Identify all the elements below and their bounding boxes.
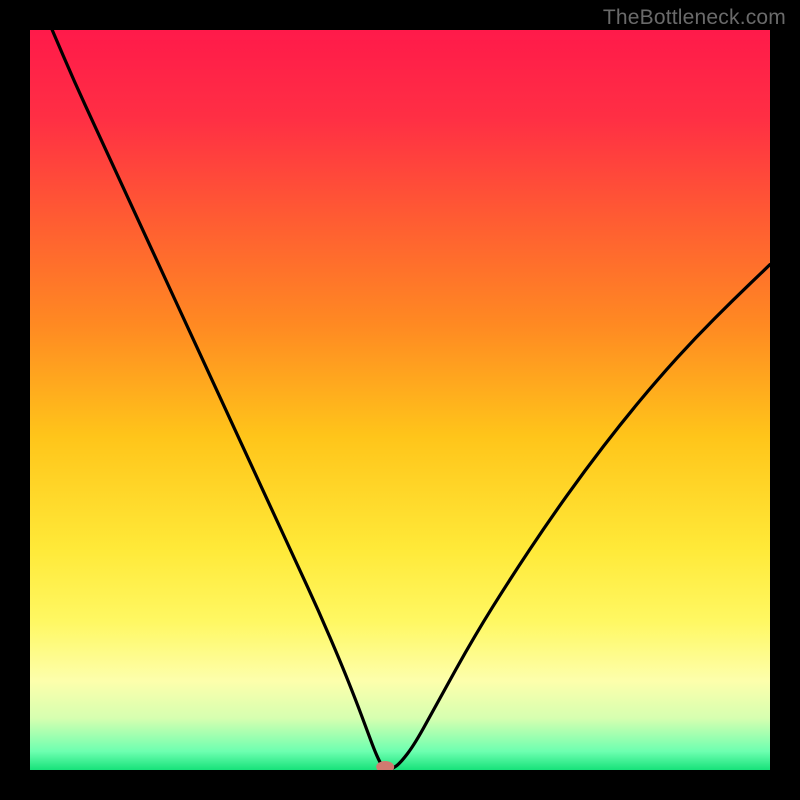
chart-background xyxy=(30,30,770,770)
watermark-label: TheBottleneck.com xyxy=(603,6,786,30)
chart-container: TheBottleneck.com xyxy=(0,0,800,800)
plot-area xyxy=(30,30,770,770)
bottleneck-chart xyxy=(30,30,770,770)
